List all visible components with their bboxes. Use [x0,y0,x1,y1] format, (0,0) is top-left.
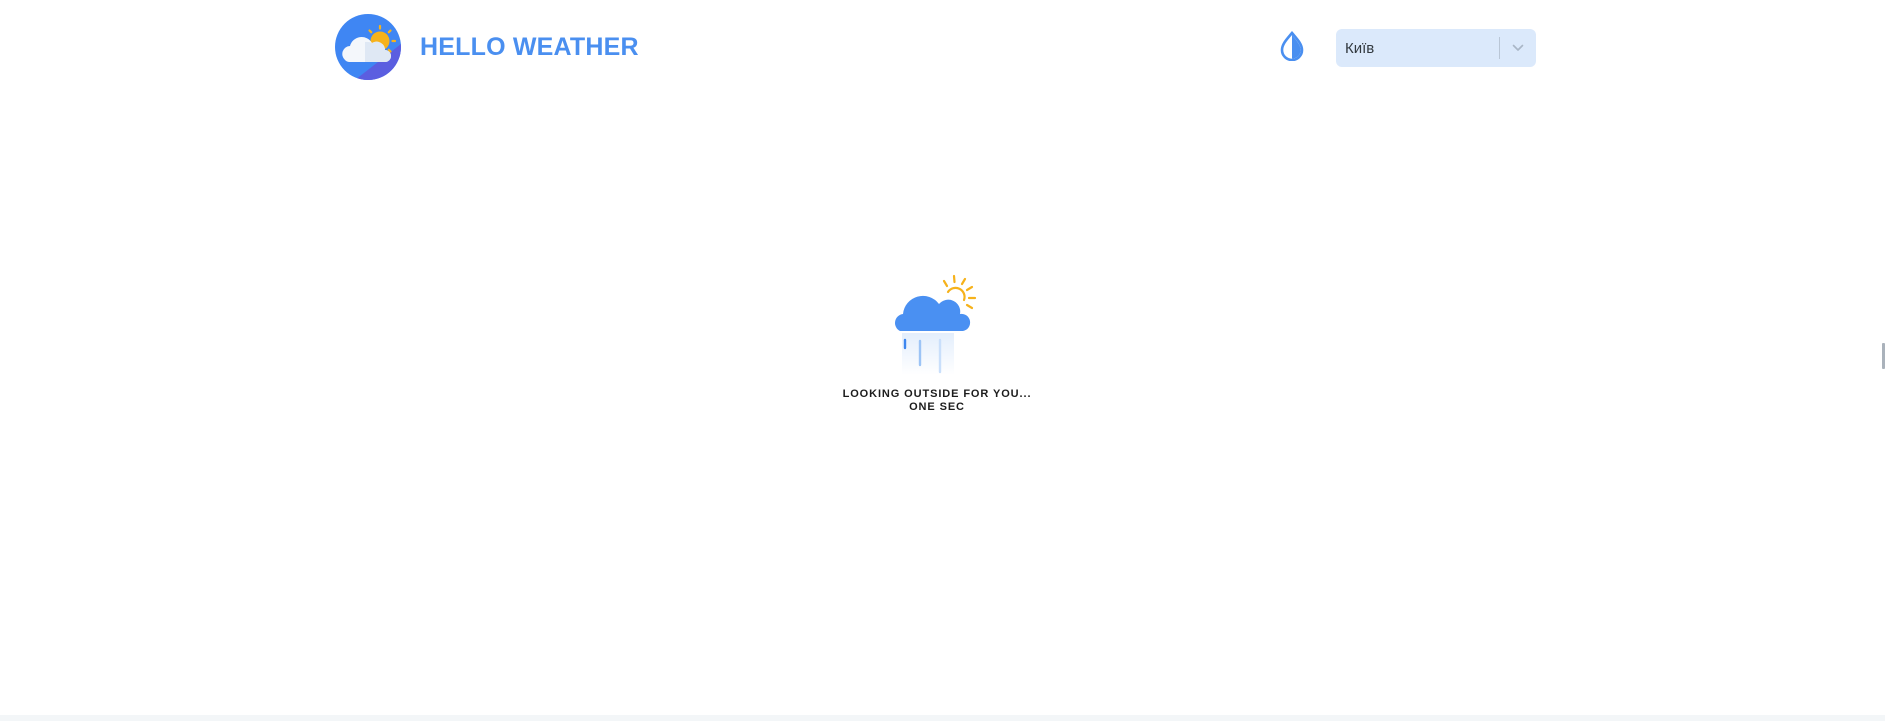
city-select[interactable]: Київ [1336,29,1536,67]
app-header: HELLO WEATHER Київ [0,0,1885,96]
cloud-sun-logo-icon [335,14,401,80]
loading-message-line-2: ONE SEC [909,401,965,413]
footer-strip [0,715,1885,721]
loading-message-line-1: LOOKING OUTSIDE FOR YOU... [842,388,1032,400]
water-drop-icon[interactable] [1278,31,1306,61]
cloud-sun-rain-icon [895,274,977,375]
chevron-down-icon[interactable] [1500,29,1536,67]
loading-indicator: LOOKING OUTSIDE FOR YOU... ONE SEC [837,268,1037,418]
page: HELLO WEATHER Київ LOOKING OUTSIDE FOR Y… [0,0,1885,721]
loading-message: LOOKING OUTSIDE FOR YOU... ONE SEC [837,388,1037,414]
city-select-value: Київ [1345,39,1375,57]
home-logo-link[interactable]: HELLO WEATHER [335,14,639,80]
app-title: HELLO WEATHER [420,32,639,61]
